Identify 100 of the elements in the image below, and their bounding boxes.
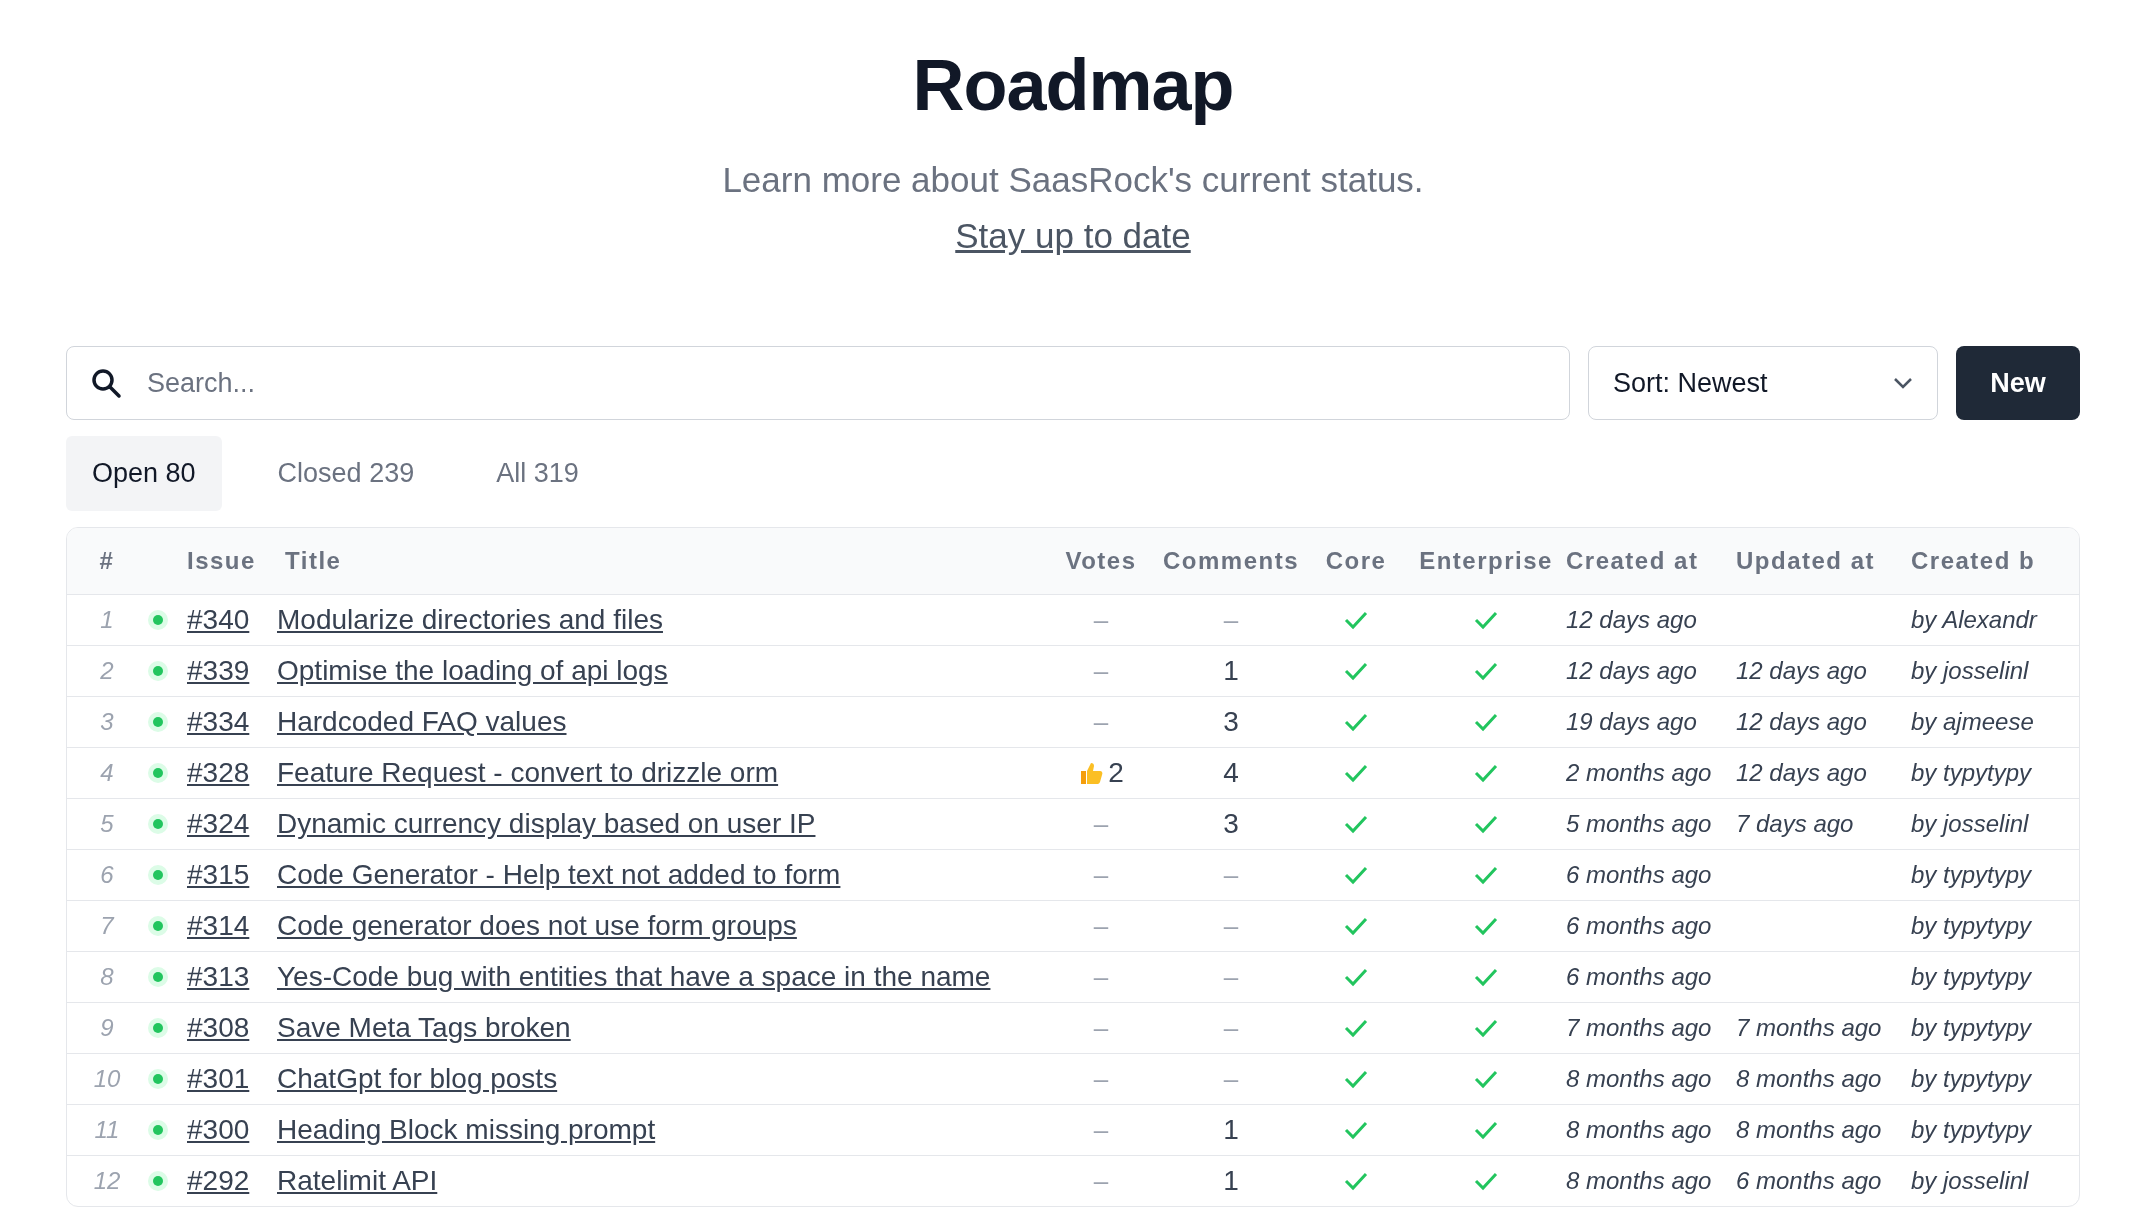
author-name: by josselinl: [1911, 657, 2030, 685]
issue-title-link[interactable]: Optimise the loading of api logs: [277, 655, 668, 686]
author-name: by typytypy: [1911, 1116, 2033, 1144]
author-name: by Alexandr: [1911, 606, 2039, 634]
vote-count: –: [1092, 961, 1110, 993]
vote-count: –: [1092, 1012, 1110, 1044]
filter-tab[interactable]: Closed 239: [251, 436, 441, 511]
issue-title-link[interactable]: ChatGpt for blog posts: [277, 1063, 558, 1094]
issue-link[interactable]: #300: [187, 1114, 277, 1146]
vote-count: –: [1092, 859, 1110, 891]
column-header: Enterprise: [1418, 547, 1554, 575]
comment-count: 3: [1222, 808, 1240, 840]
issue-link[interactable]: #339: [187, 655, 277, 687]
comment-count: 1: [1222, 655, 1240, 687]
created-date: 6 months ago: [1566, 861, 1713, 889]
row-number: 9: [99, 1014, 115, 1042]
new-button[interactable]: New: [1956, 346, 2080, 420]
row-number: 10: [92, 1065, 122, 1093]
updated-date: 8 months ago: [1736, 1116, 1882, 1143]
issue-link[interactable]: #334: [187, 706, 277, 738]
issue-title-link[interactable]: Ratelimit API: [277, 1165, 438, 1196]
page-title: Roadmap: [912, 44, 1234, 126]
row-number: 3: [99, 708, 115, 736]
issue-link[interactable]: #340: [187, 604, 277, 636]
row-number: 7: [99, 912, 116, 940]
column-header: Core: [1324, 547, 1388, 575]
issue-link[interactable]: #313: [187, 961, 277, 993]
updated-date: 12 days ago: [1736, 708, 1867, 735]
row-number: 1: [99, 606, 115, 634]
issue-title-link[interactable]: Modularize directories and files: [277, 604, 663, 635]
comment-count: 3: [1222, 706, 1240, 738]
author-name: by josselinl: [1911, 810, 2030, 838]
issue-link[interactable]: #301: [187, 1063, 277, 1095]
author-name: by typytypy: [1911, 1065, 2033, 1093]
filter-tab[interactable]: Open 80: [66, 436, 222, 511]
issue-link[interactable]: #292: [187, 1165, 277, 1197]
created-date: 12 days ago: [1566, 657, 1698, 685]
column-header: #: [98, 547, 116, 575]
issue-title-link[interactable]: Hardcoded FAQ values: [277, 706, 567, 737]
created-date: 6 months ago: [1566, 963, 1713, 991]
author-name: by typytypy: [1911, 912, 2033, 940]
created-date: 7 months ago: [1566, 1014, 1713, 1042]
column-header: Title: [284, 547, 343, 575]
column-header: Votes: [1064, 547, 1138, 575]
stay-up-to-date-link[interactable]: Stay up to date: [955, 216, 1191, 256]
issue-title-link[interactable]: Save Meta Tags broken: [277, 1012, 571, 1043]
author-name: by typytypy: [1911, 1014, 2033, 1042]
row-number: 4: [99, 759, 115, 787]
vote-count: –: [1092, 1165, 1110, 1197]
updated-date: 12 days ago: [1736, 759, 1867, 786]
created-date: 5 months ago: [1566, 810, 1713, 838]
updated-date: 7 months ago: [1736, 1014, 1882, 1041]
comment-count: 1: [1222, 1165, 1240, 1197]
vote-count: –: [1092, 1063, 1110, 1095]
vote-count: –: [1092, 808, 1110, 840]
comment-count: –: [1222, 910, 1240, 942]
issue-link[interactable]: #315: [187, 859, 277, 891]
issue-title-link[interactable]: Dynamic currency display based on user IP: [277, 808, 816, 839]
column-header: Created b: [1911, 547, 2037, 575]
created-date: 8 months ago: [1566, 1116, 1713, 1144]
column-header: Comments: [1162, 547, 1300, 575]
author-name: by typytypy: [1911, 861, 2033, 889]
issue-link[interactable]: #314: [187, 910, 277, 942]
filter-tab[interactable]: All 319: [470, 436, 605, 511]
created-date: 12 days ago: [1566, 606, 1698, 634]
vote-count: –: [1092, 1114, 1110, 1146]
row-number: 8: [99, 963, 115, 991]
author-name: by josselinl: [1911, 1167, 2030, 1195]
vote-count: –: [1092, 604, 1110, 636]
page-subtitle: Learn more about SaasRock's current status.: [722, 160, 1424, 200]
comment-count: –: [1222, 604, 1240, 636]
row-number: 2: [99, 657, 115, 685]
author-name: by ajmeese: [1911, 708, 2035, 736]
issue-title-link[interactable]: Feature Request - convert to drizzle orm: [277, 757, 779, 788]
updated-date: 12 days ago: [1736, 657, 1867, 684]
sort-dropdown[interactable]: Sort: Newest: [1588, 346, 1938, 420]
comment-count: 1: [1222, 1114, 1240, 1146]
issue-title-link[interactable]: Heading Block missing prompt: [277, 1114, 656, 1145]
comment-count: –: [1222, 961, 1240, 993]
comment-count: –: [1222, 1063, 1240, 1095]
row-number: 12: [92, 1167, 122, 1195]
column-header: Created at: [1566, 547, 1700, 575]
comment-count: –: [1222, 1012, 1240, 1044]
created-date: 19 days ago: [1566, 708, 1698, 736]
search-icon: [90, 367, 122, 399]
search-field[interactable]: Search...: [66, 346, 1570, 420]
issue-link[interactable]: #328: [187, 757, 277, 789]
chevron-down-icon: [1893, 377, 1913, 389]
issue-link[interactable]: #308: [187, 1012, 277, 1044]
issue-title-link[interactable]: Yes-Code bug with entities that have a space in the name: [277, 961, 991, 992]
comment-count: 4: [1222, 757, 1240, 789]
issue-title-link[interactable]: Code generator does not use form groups: [277, 910, 797, 941]
created-date: 8 months ago: [1566, 1065, 1713, 1093]
column-header: Updated at: [1736, 547, 1876, 575]
author-name: by typytypy: [1911, 963, 2033, 991]
issue-title-link[interactable]: Code Generator - Help text not added to form: [277, 859, 841, 890]
issue-link[interactable]: #324: [187, 808, 277, 840]
vote-count: 2: [1108, 757, 1124, 789]
updated-date: 6 months ago: [1736, 1167, 1882, 1194]
row-number: 11: [93, 1116, 121, 1144]
